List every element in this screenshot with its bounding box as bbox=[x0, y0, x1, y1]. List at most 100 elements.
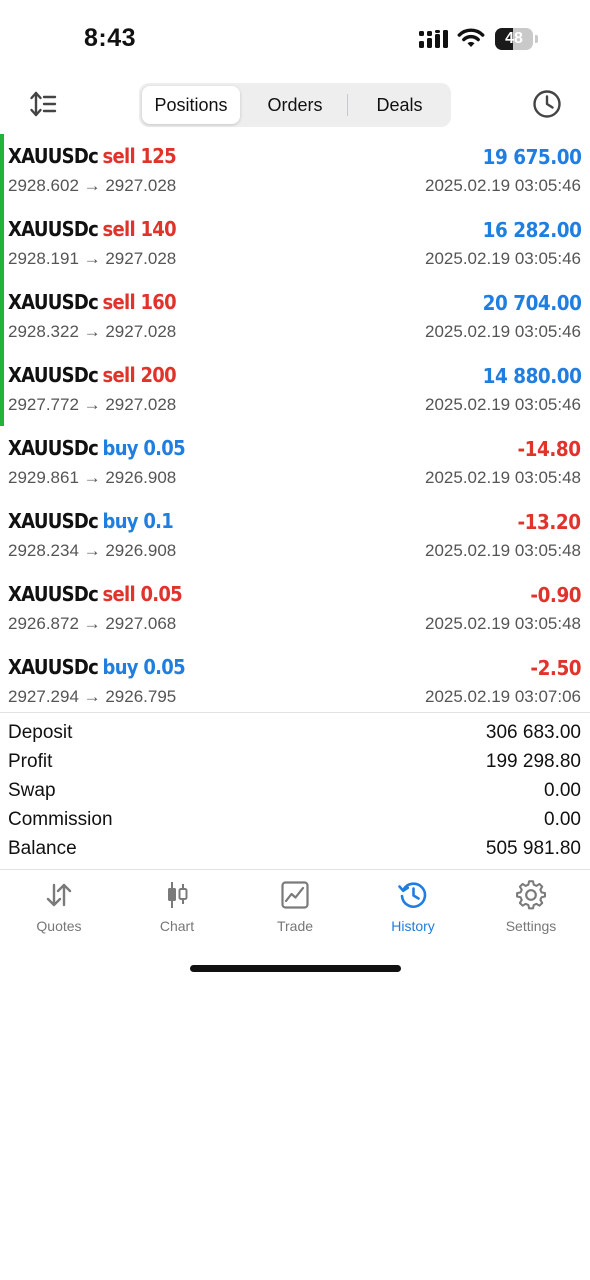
deal-title: XAUUSDc sell 0.05 bbox=[8, 582, 183, 606]
deal-row[interactable]: XAUUSDc buy 0.05 -14.80 2929.861 → 2926.908… bbox=[0, 426, 590, 499]
deal-profit: -2.50 bbox=[530, 656, 581, 680]
trade-chart-icon bbox=[281, 881, 309, 909]
deal-symbol: XAUUSDc bbox=[8, 655, 99, 679]
summary-value: 306 683.00 bbox=[485, 722, 581, 743]
deal-profit: -14.80 bbox=[517, 437, 582, 461]
deal-title: XAUUSDc buy 0.05 bbox=[8, 655, 186, 679]
deal-symbol: XAUUSDc bbox=[8, 436, 99, 460]
deal-profit: 19 675.00 bbox=[482, 145, 581, 169]
tab-orders[interactable]: Orders bbox=[243, 83, 347, 127]
history-toolbar: Positions Orders Deals bbox=[0, 80, 590, 130]
summary-row-profit: Profit 199 298.80 bbox=[0, 749, 590, 778]
deal-side: sell 200 bbox=[102, 363, 177, 387]
candlestick-chart-icon bbox=[168, 882, 188, 908]
summary-section: Deposit 306 683.00 Profit 199 298.80 Swap 0.0… bbox=[0, 720, 590, 865]
tab-bar: Quotes Chart Trade History Settings bbox=[0, 870, 590, 950]
deal-symbol: XAUUSDc bbox=[8, 582, 99, 606]
deal-time: 2025.02.19 03:05:46 bbox=[425, 249, 581, 268]
list-divider bbox=[0, 712, 590, 713]
tab-label: Chart bbox=[159, 918, 195, 934]
deal-row[interactable]: XAUUSDc sell 0.05 -0.90 2926.872 → 2927.068… bbox=[0, 572, 590, 645]
battery-body: 48 bbox=[495, 28, 533, 50]
deals-list: XAUUSDc sell 125 19 675.00 2928.602 → 2927.… bbox=[0, 134, 590, 715]
history-clock-icon[interactable] bbox=[532, 89, 562, 119]
deal-symbol: XAUUSDc bbox=[8, 363, 99, 387]
summary-label: Profit bbox=[8, 751, 53, 772]
summary-row-deposit: Deposit 306 683.00 bbox=[0, 720, 590, 749]
deal-symbol: XAUUSDc bbox=[8, 144, 99, 168]
battery-level: 48 bbox=[505, 30, 523, 47]
deal-title: XAUUSDc sell 125 bbox=[8, 144, 177, 168]
deal-time: 2025.02.19 03:05:48 bbox=[425, 468, 581, 487]
tab-label: History bbox=[391, 918, 435, 934]
gear-icon bbox=[516, 880, 546, 910]
deal-row-marker bbox=[0, 207, 4, 280]
cellular-signal-icon bbox=[419, 30, 448, 48]
deal-symbol: XAUUSDc bbox=[8, 290, 99, 314]
deal-row[interactable]: XAUUSDc buy 0.1 -13.20 2928.234 → 2926.908 2… bbox=[0, 499, 590, 572]
summary-label: Deposit bbox=[8, 722, 73, 743]
deal-side: sell 125 bbox=[102, 144, 177, 168]
tab-deals[interactable]: Deals bbox=[348, 83, 451, 127]
deal-prices: 2926.872 → 2927.068 bbox=[8, 614, 177, 633]
deal-title: XAUUSDc sell 140 bbox=[8, 217, 177, 241]
deal-prices: 2927.294 → 2926.795 bbox=[8, 687, 177, 706]
status-time: 8:43 bbox=[84, 24, 137, 52]
deal-row[interactable]: XAUUSDc sell 125 19 675.00 2928.602 → 2927.… bbox=[0, 134, 590, 207]
history-clock-icon bbox=[398, 882, 427, 908]
segmented-control: Positions Orders Deals bbox=[139, 83, 451, 127]
deal-row-marker bbox=[0, 353, 4, 426]
deal-row[interactable]: XAUUSDc sell 140 16 282.00 2928.191 → 2927.… bbox=[0, 207, 590, 280]
summary-row-commission: Commission 0.00 bbox=[0, 807, 590, 836]
deal-side: buy 0.05 bbox=[102, 436, 186, 460]
deal-profit: 14 880.00 bbox=[482, 364, 581, 388]
tab-positions[interactable]: Positions bbox=[142, 86, 240, 124]
summary-value: 0.00 bbox=[544, 780, 581, 801]
tab-quotes[interactable]: Quotes bbox=[0, 870, 118, 950]
deal-prices: 2928.322 → 2927.028 bbox=[8, 322, 177, 341]
deal-time: 2025.02.19 03:05:46 bbox=[425, 176, 581, 195]
deal-profit: -13.20 bbox=[517, 510, 582, 534]
deal-side: sell 160 bbox=[102, 290, 177, 314]
summary-row-swap: Swap 0.00 bbox=[0, 778, 590, 807]
tab-label: Settings bbox=[505, 918, 557, 934]
tab-history[interactable]: History bbox=[354, 870, 472, 950]
deal-row[interactable]: XAUUSDc sell 200 14 880.00 2927.772 → 2927.… bbox=[0, 353, 590, 426]
deal-time: 2025.02.19 03:05:46 bbox=[425, 395, 581, 414]
deal-title: XAUUSDc buy 0.1 bbox=[8, 509, 174, 533]
deal-title: XAUUSDc sell 200 bbox=[8, 363, 177, 387]
deal-prices: 2928.234 → 2926.908 bbox=[8, 541, 177, 560]
sort-icon[interactable] bbox=[29, 91, 57, 117]
deal-time: 2025.02.19 03:05:48 bbox=[425, 541, 581, 560]
tab-label: Trade bbox=[276, 918, 314, 934]
summary-label: Commission bbox=[8, 809, 113, 830]
status-bar: 8:43 48 bbox=[0, 0, 590, 80]
deal-row[interactable]: XAUUSDc buy 0.05 -2.50 2927.294 → 2926.795 2… bbox=[0, 645, 590, 715]
deal-prices: 2928.191 → 2927.028 bbox=[8, 249, 177, 268]
tab-settings[interactable]: Settings bbox=[472, 870, 590, 950]
tab-label: Quotes bbox=[36, 918, 82, 934]
summary-value: 0.00 bbox=[544, 809, 581, 830]
summary-value: 505 981.80 bbox=[485, 838, 581, 859]
deal-prices: 2929.861 → 2926.908 bbox=[8, 468, 177, 487]
battery-cap bbox=[535, 35, 538, 43]
deal-row-marker bbox=[0, 280, 4, 353]
tab-chart[interactable]: Chart bbox=[118, 870, 236, 950]
deal-time: 2025.02.19 03:05:48 bbox=[425, 614, 581, 633]
tab-trade[interactable]: Trade bbox=[236, 870, 354, 950]
deal-time: 2025.02.19 03:07:06 bbox=[425, 687, 581, 706]
deal-row[interactable]: XAUUSDc sell 160 20 704.00 2928.322 → 2927.… bbox=[0, 280, 590, 353]
summary-row-balance: Balance 505 981.80 bbox=[0, 836, 590, 865]
battery-indicator: 48 bbox=[495, 28, 539, 50]
deal-symbol: XAUUSDc bbox=[8, 509, 99, 533]
deal-prices: 2927.772 → 2927.028 bbox=[8, 395, 177, 414]
deal-row-marker bbox=[0, 134, 4, 207]
summary-label: Balance bbox=[8, 838, 77, 859]
deal-side: buy 0.1 bbox=[102, 509, 174, 533]
deal-symbol: XAUUSDc bbox=[8, 217, 99, 241]
deal-title: XAUUSDc sell 160 bbox=[8, 290, 177, 314]
deal-title: XAUUSDc buy 0.05 bbox=[8, 436, 186, 460]
deal-profit: -0.90 bbox=[530, 583, 581, 607]
deal-profit: 20 704.00 bbox=[482, 291, 581, 315]
home-indicator bbox=[190, 965, 401, 972]
